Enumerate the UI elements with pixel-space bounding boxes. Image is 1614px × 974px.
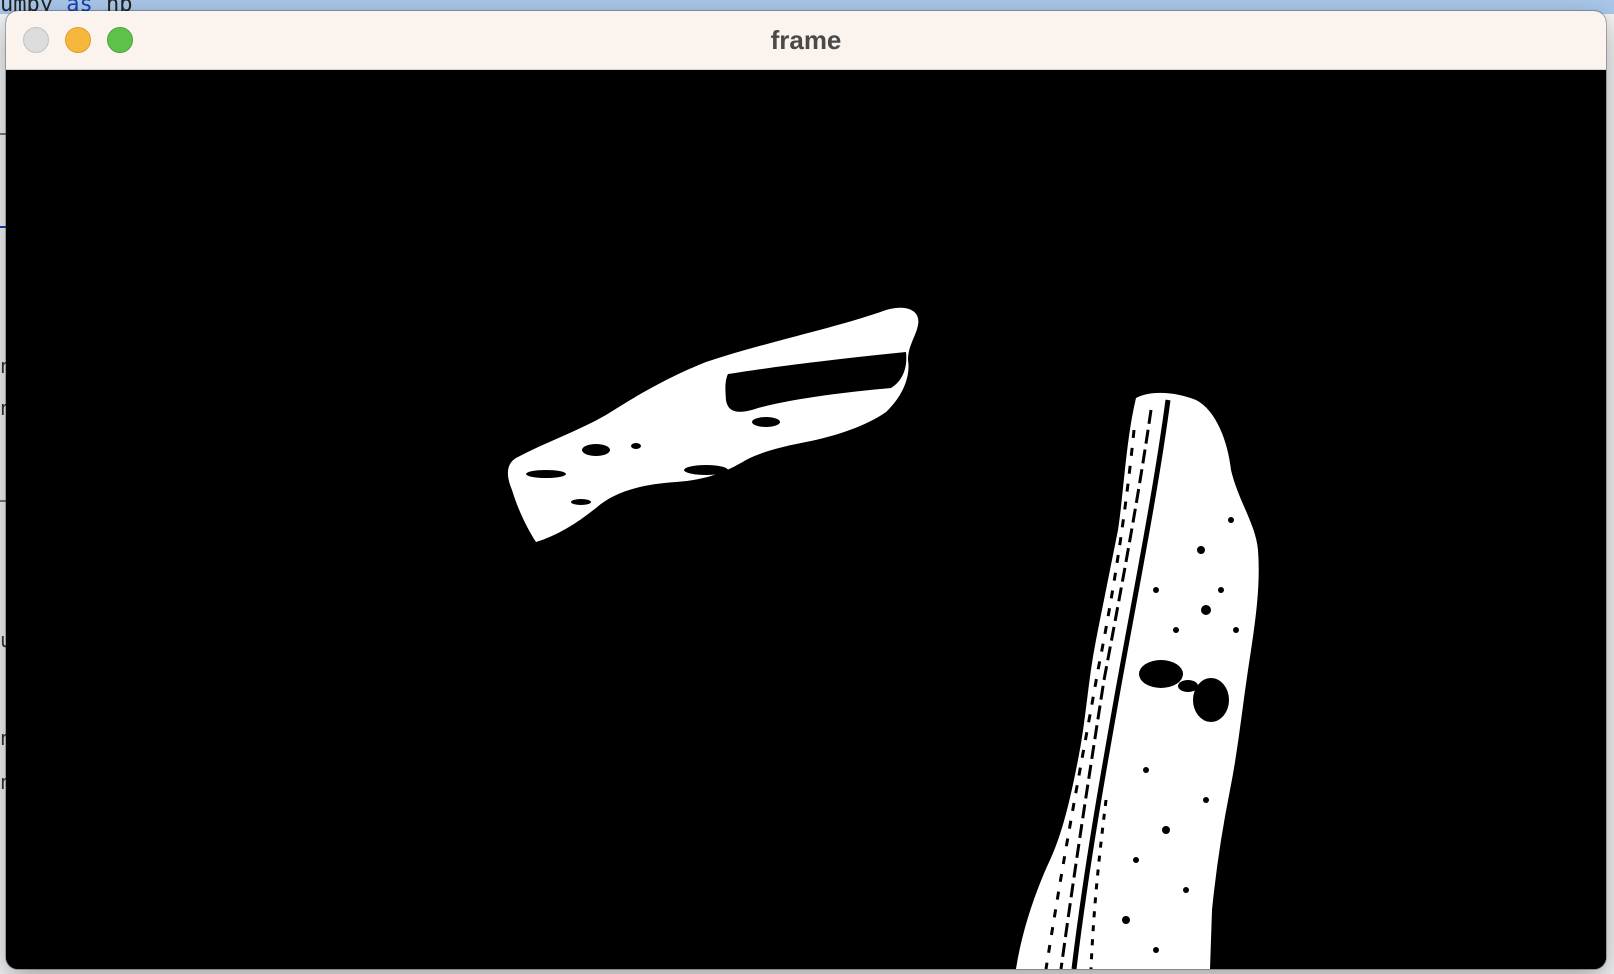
window-titlebar[interactable]: frame [6, 11, 1606, 70]
mask-image-canvas [6, 70, 1606, 969]
mask-background [6, 70, 1606, 969]
binary-mask-image [6, 70, 1606, 969]
window-title: frame [770, 25, 842, 55]
frame-window: frame [6, 11, 1606, 969]
